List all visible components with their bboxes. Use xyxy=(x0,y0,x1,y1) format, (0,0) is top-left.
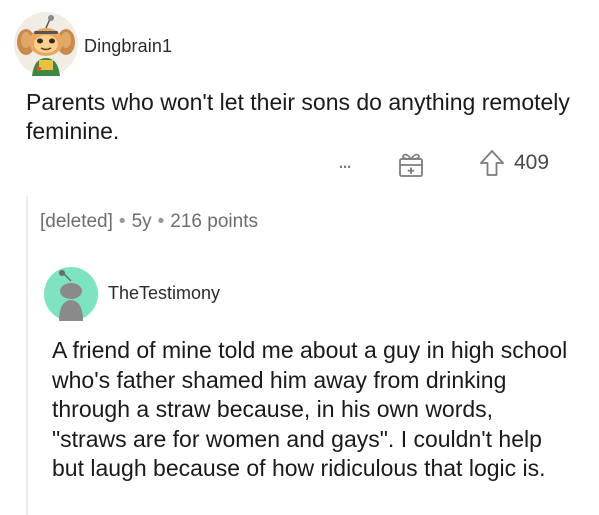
thread-line[interactable] xyxy=(26,196,28,515)
deleted-comment-meta: [deleted] • 5y • 216 points xyxy=(40,211,258,233)
award-gift-icon[interactable] xyxy=(396,150,426,180)
upvote-arrow-icon[interactable] xyxy=(479,149,505,177)
more-options-icon[interactable]: ... xyxy=(331,150,357,172)
reply-avatar-icon[interactable] xyxy=(44,267,98,321)
separator-dot: • xyxy=(118,211,126,232)
comment-action-bar: ... 409 xyxy=(0,148,599,180)
comment-age: 5y xyxy=(131,211,152,232)
comment-body: Parents who won't let their sons do anyt… xyxy=(26,89,570,144)
reply-author[interactable]: TheTestimony xyxy=(108,283,220,304)
comment-score: 409 xyxy=(514,151,550,174)
snoo-avatar-icon[interactable] xyxy=(12,10,80,78)
deleted-author: [deleted] xyxy=(40,211,113,232)
separator-dot: • xyxy=(157,211,165,232)
top-comment: Dingbrain1 Parents who won't let their s… xyxy=(0,0,599,195)
comment-points: 216 points xyxy=(170,211,258,232)
reply-body: A friend of mine told me about a guy in … xyxy=(52,337,568,481)
comment-author[interactable]: Dingbrain1 xyxy=(84,36,172,57)
